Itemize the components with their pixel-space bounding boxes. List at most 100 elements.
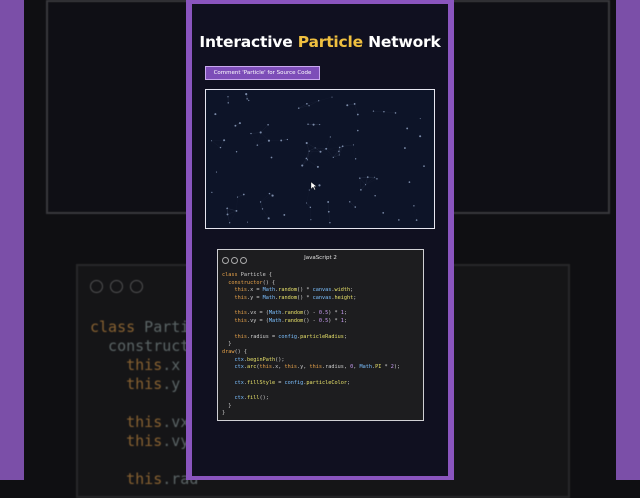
particle-dot xyxy=(283,214,285,216)
particle-link xyxy=(268,125,269,141)
particle-link xyxy=(333,147,339,157)
particle-canvas[interactable] xyxy=(205,89,435,229)
particle-link xyxy=(236,197,237,211)
particle-dot xyxy=(245,93,247,95)
particle-dot xyxy=(309,151,310,152)
particle-dot xyxy=(406,127,408,129)
particle-dot xyxy=(306,202,307,203)
particle-dot xyxy=(383,111,384,112)
particle-link xyxy=(261,125,268,133)
code-line: constructor() { xyxy=(222,280,400,288)
code-line: } xyxy=(222,403,400,411)
particle-link xyxy=(230,211,237,223)
particle-link xyxy=(361,190,375,196)
particle-dot xyxy=(319,151,321,153)
particle-link xyxy=(306,158,317,166)
code-line: ctx.fillStyle = config.particleColor; xyxy=(222,380,400,388)
particle-dot xyxy=(250,133,251,134)
particle-dot xyxy=(339,147,341,149)
particle-dot xyxy=(317,166,319,168)
background-window-dots xyxy=(90,280,143,293)
particle-link xyxy=(319,97,332,101)
particle-link xyxy=(238,194,244,197)
code-line xyxy=(222,303,400,311)
particle-link xyxy=(360,178,361,190)
particle-dot xyxy=(409,181,411,183)
comment-cta-button[interactable]: Comment 'Particle' for Source Code xyxy=(205,66,320,80)
particle-dot xyxy=(413,205,414,206)
particle-dot xyxy=(373,110,374,111)
particle-link xyxy=(212,140,225,141)
particle-dot xyxy=(307,124,308,125)
particle-dot xyxy=(420,118,421,119)
particle-dot xyxy=(395,112,397,114)
code-line: } xyxy=(222,341,400,349)
code-line: class Particle { xyxy=(222,272,400,280)
particle-dot xyxy=(357,114,359,116)
code-line: this.vx = (Math.random() - 0.5) * 1; xyxy=(222,310,400,318)
background-code-line: this.vx xyxy=(90,413,198,432)
particle-link xyxy=(302,166,318,167)
particle-dot xyxy=(306,103,308,105)
particle-link xyxy=(361,177,368,190)
particle-dot xyxy=(318,100,319,101)
title-highlight: Particle xyxy=(298,33,363,51)
particle-dot xyxy=(310,207,311,208)
particle-dot xyxy=(325,148,327,150)
particle-link xyxy=(326,137,330,149)
particle-dot xyxy=(306,158,308,160)
code-line: this.x = Math.random() * canvas.width; xyxy=(222,287,400,295)
particle-link xyxy=(373,111,383,112)
dot-icon xyxy=(130,280,143,293)
particle-dot xyxy=(306,142,308,144)
particle-dot xyxy=(248,100,249,101)
particle-dot xyxy=(357,130,359,132)
background-code-line xyxy=(90,394,198,413)
particle-link xyxy=(360,178,366,185)
particle-link xyxy=(407,128,420,136)
particle-dot xyxy=(354,206,356,208)
particle-link xyxy=(227,209,230,223)
side-bar-left xyxy=(0,0,24,480)
particle-dot xyxy=(260,131,262,133)
particle-link xyxy=(329,212,330,223)
code-line xyxy=(222,372,400,380)
code-window-title: JavaScript 2 xyxy=(218,255,423,261)
particle-dot xyxy=(298,107,300,109)
particle-link xyxy=(257,141,269,145)
particle-dot xyxy=(234,125,236,127)
particle-dot xyxy=(359,177,361,179)
particle-link xyxy=(228,211,237,215)
particle-dot xyxy=(339,154,340,155)
particle-dot xyxy=(260,201,261,202)
title-text-part1: Interactive xyxy=(199,33,297,51)
particle-dot xyxy=(342,145,344,147)
particle-link xyxy=(236,211,247,222)
particle-dot xyxy=(271,157,273,159)
particle-dot xyxy=(307,159,308,160)
code-body: class Particle { constructor() { this.x … xyxy=(222,272,400,418)
side-bar-right xyxy=(616,0,640,480)
particle-dot xyxy=(327,201,329,203)
particle-dot xyxy=(227,96,228,97)
particle-link xyxy=(354,131,358,145)
particle-dot xyxy=(237,197,238,198)
particle-link xyxy=(240,123,251,133)
particle-dot xyxy=(398,219,400,221)
particle-dot xyxy=(268,217,270,219)
code-window-titlebar: JavaScript 2 xyxy=(218,250,423,264)
particle-dot xyxy=(246,98,247,99)
particle-dot xyxy=(310,219,311,220)
particle-dot xyxy=(338,151,339,152)
particle-dot xyxy=(423,165,425,167)
particle-dot xyxy=(287,139,288,140)
code-line: this.radius = config.particleRadius; xyxy=(222,334,400,342)
particle-link xyxy=(263,209,269,218)
particle-link xyxy=(350,202,356,207)
particle-dot xyxy=(404,147,406,149)
particle-dot xyxy=(330,136,331,137)
particle-network-svg xyxy=(206,90,434,228)
particle-link xyxy=(227,197,238,208)
particle-link xyxy=(347,104,354,105)
particle-link xyxy=(306,148,315,159)
